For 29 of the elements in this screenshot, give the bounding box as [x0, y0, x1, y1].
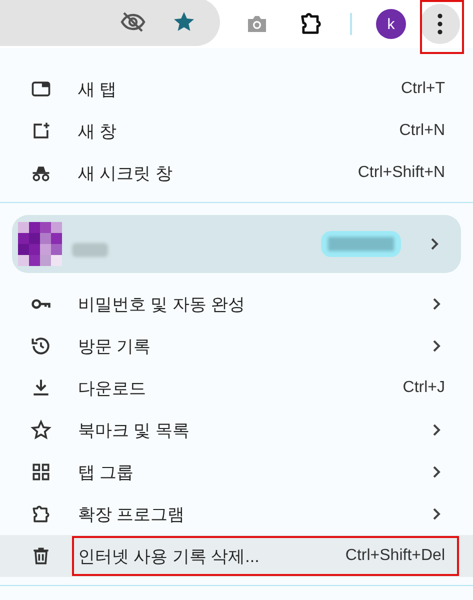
- shortcut-text: Ctrl+Shift+Del: [345, 547, 445, 565]
- kebab-icon: [437, 13, 443, 35]
- camera-icon[interactable]: [246, 14, 268, 34]
- star-icon: [30, 419, 52, 441]
- menu-button[interactable]: [420, 4, 460, 44]
- puzzle-icon: [30, 503, 52, 525]
- blurred-name-drawing: [72, 243, 108, 257]
- address-bar[interactable]: [0, 0, 220, 46]
- menu-item[interactable]: 새 탭 Ctrl+T: [0, 68, 473, 110]
- eye-off-icon[interactable]: [120, 11, 146, 33]
- menu-item[interactable]: 다운로드 Ctrl+J: [0, 367, 473, 409]
- shortcut-text: Ctrl+T: [401, 80, 445, 98]
- profile-avatar[interactable]: k: [376, 9, 406, 39]
- menu-item[interactable]: 방문 기록: [0, 325, 473, 367]
- shortcut-text: Ctrl+Shift+N: [358, 164, 445, 182]
- menu-item[interactable]: 탭 그룹: [0, 451, 473, 493]
- menu-item[interactable]: 확장 프로그램: [0, 493, 473, 535]
- puzzle-icon[interactable]: [298, 11, 324, 37]
- menu-item[interactable]: 북마크 및 목록: [0, 409, 473, 451]
- shortcut-text: Ctrl+J: [402, 379, 445, 397]
- menu-item[interactable]: 새 창 Ctrl+N: [0, 110, 473, 152]
- shortcut-text: Ctrl+N: [399, 122, 445, 140]
- profile-row[interactable]: [12, 215, 461, 273]
- menu-item[interactable]: 인터넷 사용 기록 삭제... Ctrl+Shift+Del: [0, 535, 473, 577]
- pixelated-avatar-drawing: [18, 222, 62, 266]
- menu-item[interactable]: 비밀번호 및 자동 완성: [0, 283, 473, 325]
- grid-icon: [30, 461, 52, 483]
- menu-item[interactable]: 새 시크릿 창 Ctrl+Shift+N: [0, 152, 473, 194]
- history-icon: [30, 335, 52, 357]
